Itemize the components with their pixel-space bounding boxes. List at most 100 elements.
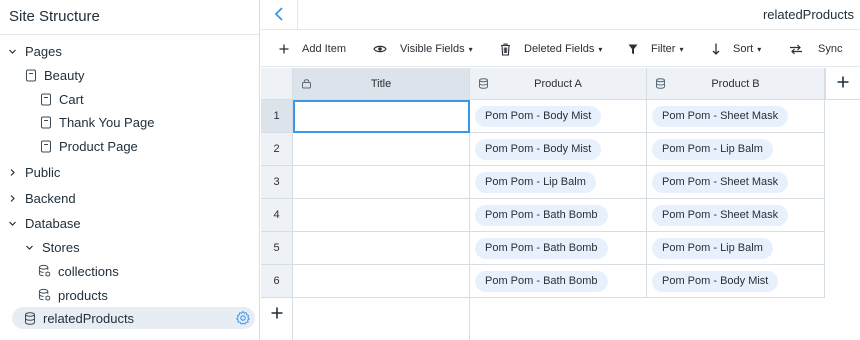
data-grid: Title Product A Product B 1 Pom Pom - Bo… — [261, 68, 860, 340]
reference-tag[interactable]: Pom Pom - Bath Bomb — [475, 237, 608, 259]
reference-tag[interactable]: Pom Pom - Body Mist — [475, 105, 602, 127]
database-icon — [23, 311, 37, 325]
deleted-fields-button[interactable]: Deleted Fields ▾ — [500, 31, 602, 67]
tree-item-label: Cart — [59, 91, 84, 107]
tree-item-label: Thank You Page — [59, 114, 155, 130]
tree-item-thank-you-page[interactable]: Thank You Page — [39, 112, 154, 132]
row-number[interactable]: 4 — [261, 199, 293, 232]
product-a-cell[interactable]: Pom Pom - Body Mist — [470, 100, 647, 133]
reference-tag[interactable]: Pom Pom - Body Mist — [652, 270, 779, 292]
toolbar: Add Item Visible Fields ▾ Deleted Fields… — [261, 31, 860, 67]
caret-down-icon: ▾ — [757, 44, 762, 54]
add-item-button[interactable]: Add Item — [279, 31, 346, 67]
title-cell[interactable] — [293, 166, 470, 199]
column-header-product-a[interactable]: Product A — [470, 68, 647, 100]
lock-icon — [301, 78, 312, 92]
database-icon — [38, 264, 52, 278]
tree-item-label: Beauty — [44, 67, 85, 83]
tree-item-label: Pages — [25, 43, 62, 59]
reference-tag[interactable]: Pom Pom - Sheet Mask — [652, 105, 789, 127]
tree-item-backend[interactable]: Backend — [7, 188, 76, 208]
product-a-cell[interactable]: Pom Pom - Bath Bomb — [470, 265, 647, 298]
product-b-cell[interactable]: Pom Pom - Lip Balm — [647, 232, 825, 265]
tree-item-label: Backend — [25, 190, 76, 206]
visible-fields-label: Visible Fields — [400, 43, 465, 55]
filter-button[interactable]: Filter ▾ — [628, 31, 683, 67]
tree-item-cart[interactable]: Cart — [39, 89, 84, 109]
caret-down-icon: ▾ — [679, 44, 684, 54]
add-column-button[interactable] — [825, 68, 860, 100]
product-b-cell[interactable]: Pom Pom - Sheet Mask — [647, 166, 825, 199]
sort-label: Sort — [733, 43, 754, 55]
tree-item-public[interactable]: Public — [7, 162, 60, 182]
column-header-product-b[interactable]: Product B — [647, 68, 825, 100]
sort-arrow-icon — [712, 43, 726, 55]
add-row-button[interactable] — [261, 298, 293, 331]
page-icon — [39, 92, 53, 106]
collection-header: relatedProducts — [261, 0, 860, 30]
tree-item-stores[interactable]: Stores — [24, 237, 80, 257]
reference-tag[interactable]: Pom Pom - Bath Bomb — [475, 204, 608, 226]
product-a-cell[interactable]: Pom Pom - Bath Bomb — [470, 232, 647, 265]
page-icon — [39, 139, 53, 153]
reference-tag[interactable]: Pom Pom - Sheet Mask — [652, 204, 789, 226]
title-cell[interactable] — [293, 100, 470, 133]
tree-item-pages[interactable]: Pages — [7, 41, 62, 61]
product-b-cell[interactable]: Pom Pom - Sheet Mask — [647, 100, 825, 133]
tree-item-beauty[interactable]: Beauty — [24, 65, 84, 85]
chevron-down-icon — [7, 218, 17, 228]
row-number[interactable]: 3 — [261, 166, 293, 199]
title-cell[interactable] — [293, 232, 470, 265]
row-number[interactable]: 5 — [261, 232, 293, 265]
tree-item-label: Product Page — [59, 138, 138, 154]
reference-tag[interactable]: Pom Pom - Sheet Mask — [652, 171, 789, 193]
reference-tag[interactable]: Pom Pom - Lip Balm — [652, 237, 773, 259]
back-button[interactable] — [261, 0, 298, 30]
chevron-right-icon — [7, 193, 17, 203]
product-b-cell[interactable]: Pom Pom - Sheet Mask — [647, 199, 825, 232]
title-cell[interactable] — [293, 133, 470, 166]
tree-item-label: products — [58, 287, 108, 303]
chevron-down-icon — [7, 46, 17, 56]
tree-item-database[interactable]: Database — [7, 213, 81, 233]
column-header-label: Product B — [711, 77, 760, 90]
tree-item-products[interactable]: products — [38, 285, 108, 305]
tree-item-collections[interactable]: collections — [38, 261, 119, 281]
gear-icon[interactable] — [235, 310, 251, 326]
title-cell[interactable] — [293, 265, 470, 298]
reference-tag[interactable]: Pom Pom - Lip Balm — [475, 171, 596, 193]
sync-label: Sync — [818, 43, 843, 55]
row-number[interactable]: 6 — [261, 265, 293, 298]
chevron-down-icon — [24, 242, 34, 252]
eye-icon — [373, 44, 393, 54]
reference-tag[interactable]: Pom Pom - Body Mist — [475, 138, 602, 160]
add-item-label: Add Item — [302, 43, 347, 55]
product-b-cell[interactable]: Pom Pom - Body Mist — [647, 265, 825, 298]
sort-button[interactable]: Sort ▾ — [712, 31, 761, 67]
product-b-cell[interactable]: Pom Pom - Lip Balm — [647, 133, 825, 166]
title-cell[interactable] — [293, 199, 470, 232]
filter-icon — [628, 44, 644, 55]
tree-item-relatedproducts[interactable]: relatedProducts — [12, 307, 255, 329]
row-number[interactable]: 1 — [261, 100, 293, 133]
product-a-cell[interactable]: Pom Pom - Bath Bomb — [470, 199, 647, 232]
column-header-label: Title — [370, 77, 392, 90]
sidebar-title: Site Structure — [9, 8, 100, 25]
chevron-left-icon — [274, 6, 284, 25]
deleted-fields-label: Deleted Fields — [524, 43, 595, 55]
reference-tag[interactable]: Pom Pom - Bath Bomb — [475, 270, 608, 292]
tree-item-label: collections — [58, 263, 119, 279]
title-column-filler — [293, 298, 470, 340]
product-a-cell[interactable]: Pom Pom - Body Mist — [470, 133, 647, 166]
column-header-title[interactable]: Title — [293, 68, 470, 100]
product-a-cell[interactable]: Pom Pom - Lip Balm — [470, 166, 647, 199]
page-icon — [39, 115, 53, 129]
plus-icon — [271, 307, 283, 322]
visible-fields-button[interactable]: Visible Fields ▾ — [373, 31, 473, 67]
row-number[interactable]: 2 — [261, 133, 293, 166]
tree-item-label: Stores — [42, 239, 80, 255]
tree-item-product-page[interactable]: Product Page — [39, 136, 138, 156]
tree-item-label: Public — [25, 164, 61, 180]
reference-tag[interactable]: Pom Pom - Lip Balm — [652, 138, 773, 160]
sync-button[interactable]: Sync — [789, 31, 842, 67]
